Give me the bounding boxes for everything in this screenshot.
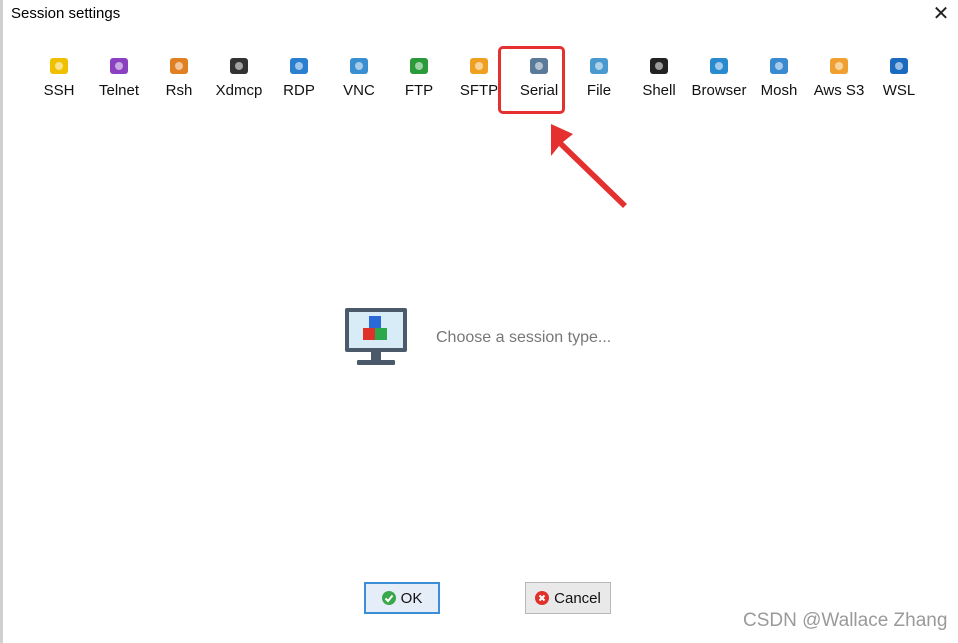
session-type-telnet[interactable]: Telnet	[89, 52, 149, 108]
session-type-rdp[interactable]: RDP	[269, 52, 329, 108]
session-type-file[interactable]: File	[569, 52, 629, 108]
mosh-icon	[769, 56, 789, 76]
rdp-icon	[289, 56, 309, 76]
session-type-vnc[interactable]: VNC	[329, 52, 389, 108]
ok-button[interactable]: OK	[364, 582, 440, 614]
ftp-icon	[409, 56, 429, 76]
sftp-icon	[469, 56, 489, 76]
ssh-icon	[49, 56, 69, 76]
shell-icon	[649, 56, 669, 76]
browser-icon	[709, 56, 729, 76]
cancel-x-icon	[535, 591, 550, 605]
xdmcp-icon	[229, 56, 249, 76]
wsl-icon	[889, 56, 909, 76]
session-type-ftp[interactable]: FTP	[389, 52, 449, 108]
serial-highlight-box	[498, 46, 565, 114]
session-type-wsl[interactable]: WSL	[869, 52, 929, 108]
rsh-icon	[169, 56, 189, 76]
red-arrow-annotation	[551, 124, 627, 208]
session-type-label: FTP	[404, 82, 434, 99]
telnet-icon	[109, 56, 129, 76]
session-type-label: RDP	[283, 82, 315, 99]
session-type-label: Mosh	[760, 82, 798, 99]
session-type-ssh[interactable]: SSH	[29, 52, 89, 108]
session-type-label: VNC	[343, 82, 375, 99]
ok-check-icon	[381, 591, 396, 605]
session-type-xdmcp[interactable]: Xdmcp	[209, 52, 269, 108]
cancel-label: Cancel	[554, 589, 601, 607]
session-type-label: SSH	[43, 82, 75, 99]
session-type-browser[interactable]: Browser	[689, 52, 749, 108]
session-type-label: Rsh	[165, 82, 193, 99]
monitor-cubes-icon	[345, 308, 407, 365]
session-type-label: Telnet	[98, 82, 140, 99]
session-type-shell[interactable]: Shell	[629, 52, 689, 108]
vnc-icon	[349, 56, 369, 76]
ok-label: OK	[400, 589, 423, 607]
watermark: CSDN @Wallace Zhang	[743, 610, 948, 631]
session-type-label: WSL	[882, 82, 916, 99]
close-icon[interactable]: ✕	[927, 2, 955, 26]
session-type-label: Aws S3	[813, 82, 865, 99]
session-type-label: Shell	[642, 82, 676, 99]
session-type-label: Xdmcp	[215, 82, 263, 99]
session-type-rsh[interactable]: Rsh	[149, 52, 209, 108]
window-title: Session settings	[11, 5, 121, 22]
session-type-label: File	[586, 82, 612, 99]
session-type-aws-s3[interactable]: Aws S3	[809, 52, 869, 108]
title-bar: Session settings ✕	[3, 0, 958, 28]
choose-session-prompt: Choose a session type...	[436, 329, 612, 346]
session-type-label: Browser	[691, 82, 747, 99]
session-type-mosh[interactable]: Mosh	[749, 52, 809, 108]
cancel-button[interactable]: Cancel	[525, 582, 611, 614]
session-settings-dialog: Session settings ✕ SSH Telnet Rsh Xdmcp RDP V…	[0, 0, 958, 643]
aws-s3-icon	[829, 56, 849, 76]
file-icon	[589, 56, 609, 76]
